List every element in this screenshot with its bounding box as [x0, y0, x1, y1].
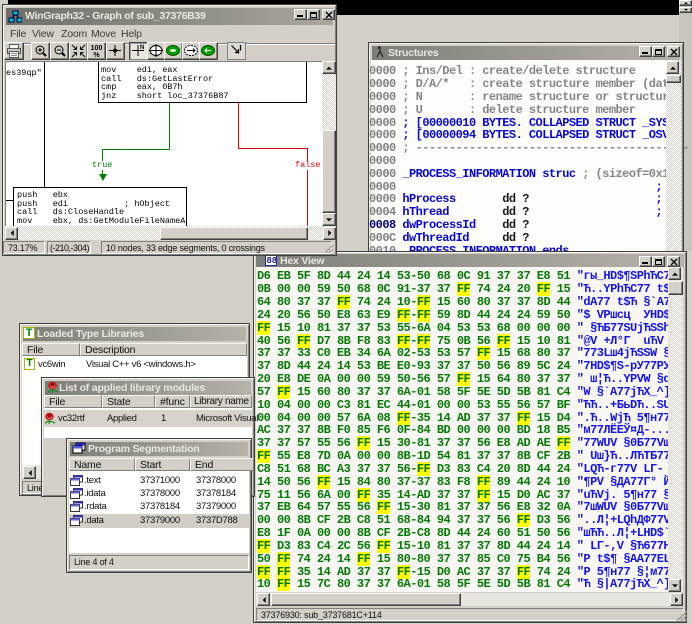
svg-text:88: 88 — [267, 256, 277, 266]
svg-text:N: N — [140, 45, 144, 51]
